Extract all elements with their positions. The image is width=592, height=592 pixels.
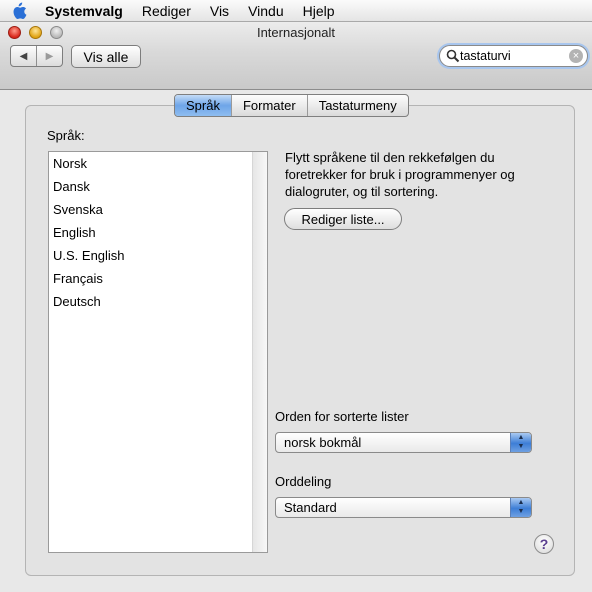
clear-search-icon[interactable]: × — [569, 49, 583, 63]
tab-bar: Språk Formater Tastaturmeny — [174, 94, 409, 117]
list-item[interactable]: Norsk — [49, 152, 253, 175]
back-forward-control: ◀ ▶ — [10, 45, 63, 67]
languages-label: Språk: — [47, 128, 85, 143]
popup-arrows-icon: ▲ ▼ — [510, 433, 531, 452]
search-icon — [446, 49, 460, 63]
forward-arrow-icon[interactable]: ▶ — [37, 46, 62, 66]
sort-order-label: Orden for sorterte lister — [275, 409, 409, 424]
sort-order-value: norsk bokmål — [284, 435, 362, 450]
apple-menu-icon[interactable] — [11, 2, 27, 20]
edit-list-button[interactable]: Rediger liste... — [284, 208, 402, 230]
popup-arrows-icon: ▲ ▼ — [510, 498, 531, 517]
list-scrollbar[interactable] — [252, 152, 267, 552]
preferences-window: Internasjonalt ◀ ▶ Vis alle tastaturvi ×… — [0, 22, 592, 592]
hyphenation-value: Standard — [284, 500, 337, 515]
menu-systemvalg[interactable]: Systemvalg — [45, 0, 123, 22]
languages-items: Norsk Dansk Svenska English U.S. English… — [49, 152, 253, 313]
languages-list[interactable]: Norsk Dansk Svenska English U.S. English… — [48, 151, 268, 553]
window-toolbar: Internasjonalt ◀ ▶ Vis alle tastaturvi × — [0, 22, 592, 90]
tab-formater[interactable]: Formater — [232, 95, 308, 116]
list-item[interactable]: U.S. English — [49, 244, 253, 267]
languages-description: Flytt språkene til den rekkefølgen du fo… — [285, 150, 515, 199]
window-title: Internasjonalt — [256, 25, 336, 40]
show-all-button[interactable]: Vis alle — [71, 45, 141, 68]
back-arrow-icon[interactable]: ◀ — [11, 46, 37, 66]
list-item[interactable]: Deutsch — [49, 290, 253, 313]
menu-vis[interactable]: Vis — [210, 0, 229, 22]
list-item[interactable]: Dansk — [49, 175, 253, 198]
search-input[interactable]: tastaturvi — [460, 49, 511, 63]
sort-order-popup[interactable]: norsk bokmål ▲ ▼ — [275, 432, 532, 453]
menu-rediger[interactable]: Rediger — [142, 0, 191, 22]
list-item[interactable]: Français — [49, 267, 253, 290]
list-item[interactable]: English — [49, 221, 253, 244]
search-field[interactable]: tastaturvi × — [439, 45, 588, 67]
list-item[interactable]: Svenska — [49, 198, 253, 221]
menu-hjelp[interactable]: Hjelp — [303, 0, 335, 22]
tab-tastaturmeny[interactable]: Tastaturmeny — [308, 95, 408, 116]
hyphenation-label: Orddeling — [275, 474, 332, 489]
menu-bar: Systemvalg Rediger Vis Vindu Hjelp — [0, 0, 592, 22]
hyphenation-popup[interactable]: Standard ▲ ▼ — [275, 497, 532, 518]
tab-sprak[interactable]: Språk — [175, 95, 232, 116]
menu-vindu[interactable]: Vindu — [248, 0, 284, 22]
help-button[interactable]: ? — [534, 534, 554, 554]
